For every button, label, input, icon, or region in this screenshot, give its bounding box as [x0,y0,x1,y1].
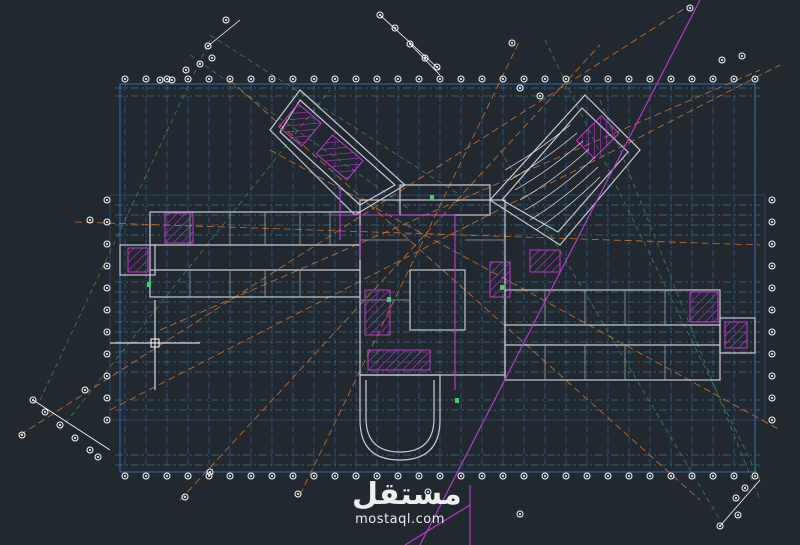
watermark-latin-text: mostaql.com [355,512,445,527]
floor-plan-canvas[interactable] [0,0,800,545]
watermark-arabic-text: مستقل [352,477,462,512]
crosshair-cursor-icon[interactable] [110,300,200,390]
watermark-logo: مستقل mostaql.com [352,477,462,528]
cad-viewport[interactable]: { "drawing": { "kind": "architectural fl… [0,0,800,545]
section-lines [330,0,701,545]
structural-grid-lines [109,83,766,473]
